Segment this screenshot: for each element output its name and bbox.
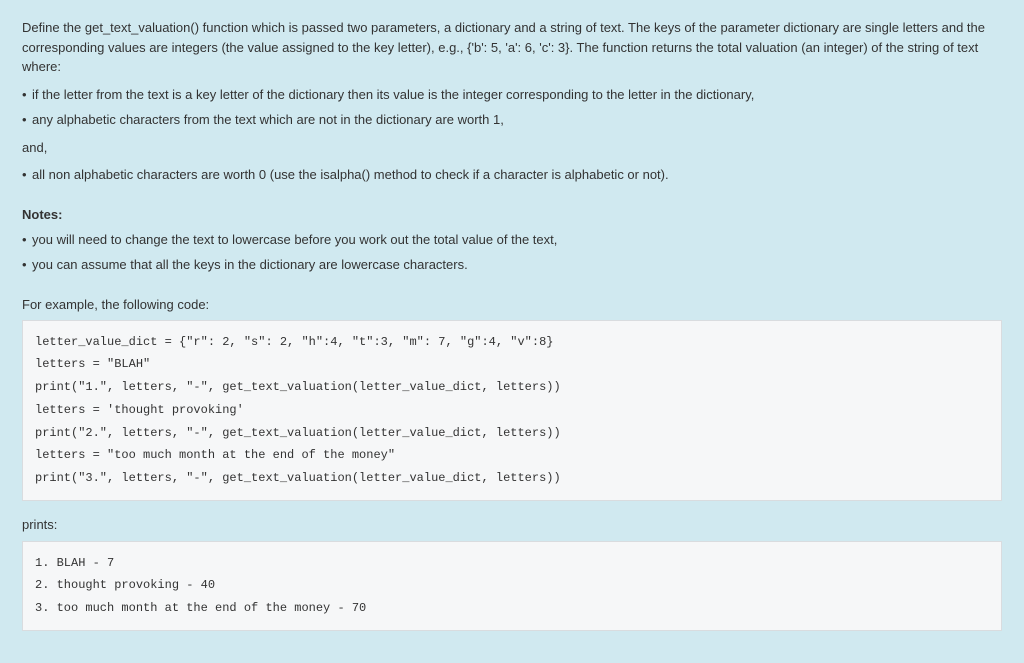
rule-item: all non alphabetic characters are worth … [22,165,1002,185]
rule-list-1: if the letter from the text is a key let… [22,85,1002,130]
prints-label: prints: [22,515,1002,535]
rule-list-2: all non alphabetic characters are worth … [22,165,1002,185]
code-block-output: 1. BLAH - 7 2. thought provoking - 40 3.… [22,541,1002,631]
code-block-input: letter_value_dict = {"r": 2, "s": 2, "h"… [22,320,1002,502]
intro-text: Define the get_text_valuation() function… [22,18,1002,77]
and-text: and, [22,138,1002,158]
notes-list: you will need to change the text to lowe… [22,230,1002,275]
rule-item: any alphabetic characters from the text … [22,110,1002,130]
notes-item: you will need to change the text to lowe… [22,230,1002,250]
example-label: For example, the following code: [22,297,1002,312]
notes-item: you can assume that all the keys in the … [22,255,1002,275]
intro-paragraph: Define the get_text_valuation() function… [22,18,1002,77]
rule-item: if the letter from the text is a key let… [22,85,1002,105]
notes-heading: Notes: [22,207,1002,222]
question-panel: Define the get_text_valuation() function… [0,0,1024,663]
